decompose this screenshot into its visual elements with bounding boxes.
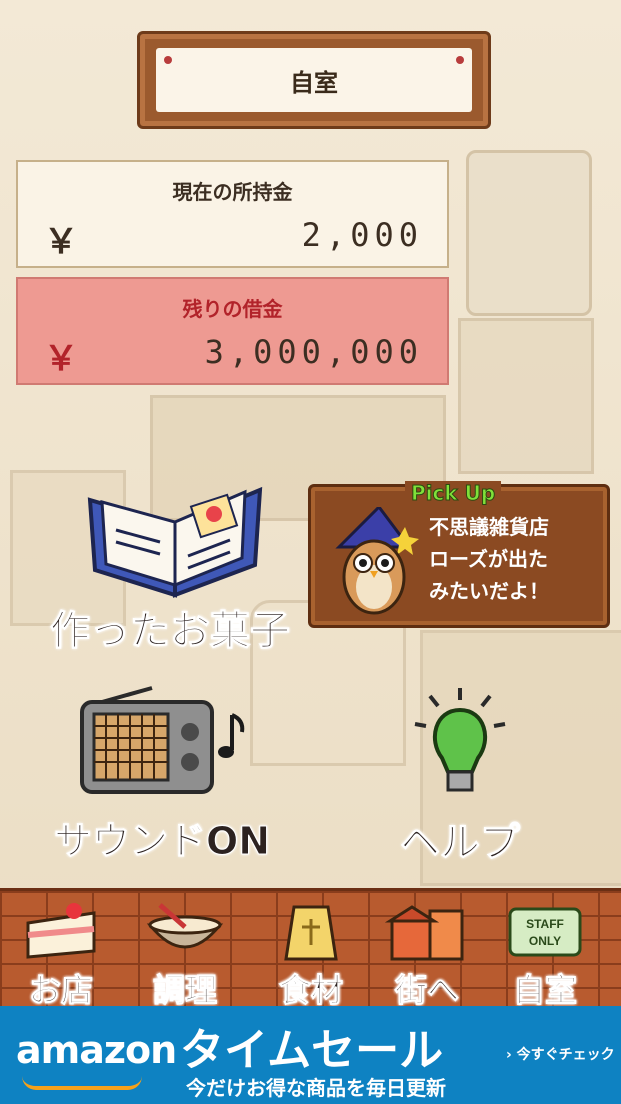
ad-headline: タイムセール [180,1025,444,1076]
svg-text:ONLY: ONLY [529,934,561,948]
phone-illustration [466,150,592,316]
sound-label: サウンドON [53,819,271,864]
svg-text:STAFF: STAFF [526,917,564,931]
remaining-debt-amount: 3,000,000 [204,333,423,371]
mixing-bowl-icon [146,903,224,949]
owl-wizard-icon [335,507,419,615]
staff-only-sign-icon: STAFF ONLY [508,907,582,957]
notice-board-illustration [458,318,594,474]
pickup-line: みたいだよ！ [429,579,549,603]
tab-label: 自室 [512,971,577,1010]
help-label: ヘルプ [400,820,521,867]
recipes-label: 作ったお菓子 [50,608,291,655]
tab-cooking[interactable]: 調理 [130,899,240,1010]
tab-room[interactable]: STAFF ONLY 自室 [490,899,600,1010]
lightbulb-icon [414,688,506,792]
pickup-line: 不思議雑貨店 [429,515,549,539]
ad-banner[interactable]: amazon タイムセール 今だけお得な商品を毎日更新 › 今すぐチェック [0,1006,621,1104]
current-money-card: 現在の所持金 ￥ 2,000 [16,160,449,268]
flour-sack-icon [284,905,338,961]
yen-icon: ￥ [44,339,78,379]
tab-ingredients[interactable]: 食材 [256,899,366,1010]
current-money-label: 現在の所持金 [172,180,293,204]
cake-icon [26,903,96,959]
ad-brand-logo: amazon [16,1028,177,1072]
pin-icon [456,56,464,64]
ad-cta-link[interactable]: › 今すぐチェック [506,1044,615,1064]
sound-toggle-button[interactable]: サウンドON [42,680,282,870]
tab-shop[interactable]: お店 [6,899,116,1010]
tab-label: お店 [28,971,93,1010]
bottom-tab-bar: お店 調理 食材 街へ STAFF ONLY 自室 [0,888,621,1010]
tab-label: 街へ [394,971,459,1010]
current-money-amount: 2,000 [301,216,423,254]
town-icon [384,905,464,961]
tab-label: 調理 [152,971,217,1010]
title-sign: 自室 [137,31,491,129]
title-paper: 自室 [156,48,472,112]
pickup-line: ローズが出た [429,547,548,571]
help-button[interactable]: ヘルプ [370,680,550,870]
page-title: 自室 [290,68,338,97]
pin-icon [164,56,172,64]
yen-icon: ￥ [44,222,78,262]
ad-smile-icon [22,1076,142,1090]
remaining-debt-label: 残りの借金 [182,297,283,321]
tab-label: 食材 [278,971,343,1010]
tab-town[interactable]: 街へ [372,899,482,1010]
pickup-tag: Pick Up [405,481,502,506]
remaining-debt-card: 残りの借金 ￥ 3,000,000 [16,277,449,385]
pickup-banner[interactable]: Pick Up 不思議雑貨店 ローズが出た みたいだよ！ [308,481,610,628]
radio-icon [80,686,245,794]
ad-subtitle: 今だけお得な商品を毎日更新 [186,1076,446,1100]
recipe-book-icon [87,486,263,598]
pickup-message: 不思議雑貨店 ローズが出た みたいだよ！ [429,511,599,607]
recipes-button[interactable]: 作ったお菓子 [40,470,300,655]
